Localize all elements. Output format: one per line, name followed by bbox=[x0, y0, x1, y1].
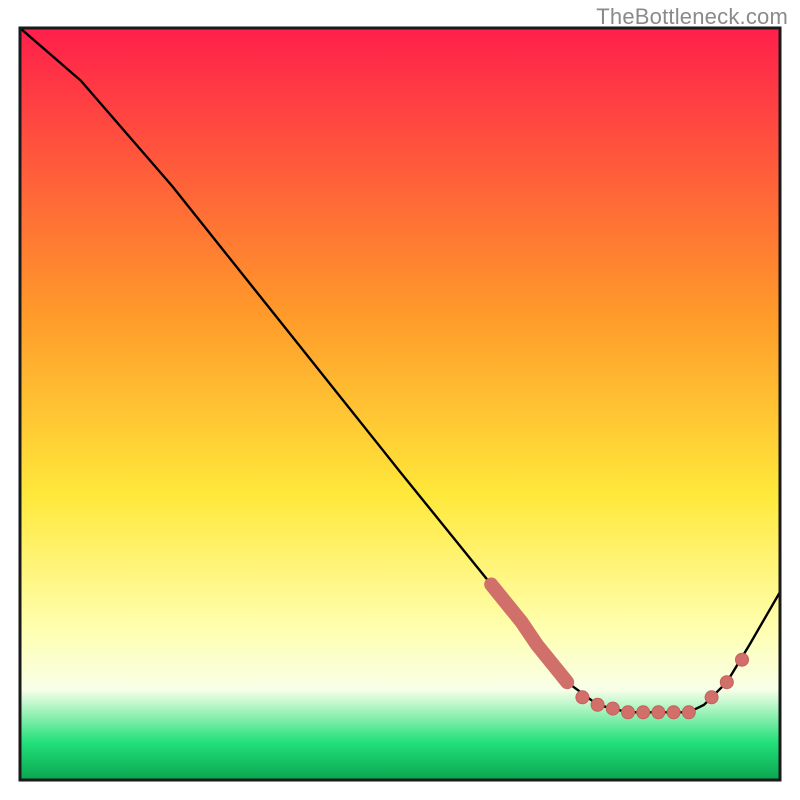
highlight-dot bbox=[682, 706, 695, 719]
highlight-dot bbox=[667, 706, 680, 719]
highlight-dot bbox=[606, 702, 619, 715]
chart-svg bbox=[0, 0, 800, 800]
highlight-dot bbox=[652, 706, 665, 719]
highlight-dot bbox=[637, 706, 650, 719]
highlight-dot bbox=[720, 676, 733, 689]
highlight-dot bbox=[705, 691, 718, 704]
chart-canvas: TheBottleneck.com bbox=[0, 0, 800, 800]
highlight-dot bbox=[622, 706, 635, 719]
attribution-label: TheBottleneck.com bbox=[596, 4, 788, 30]
highlight-dot bbox=[736, 653, 749, 666]
highlight-dot bbox=[591, 698, 604, 711]
highlight-dot bbox=[576, 691, 589, 704]
